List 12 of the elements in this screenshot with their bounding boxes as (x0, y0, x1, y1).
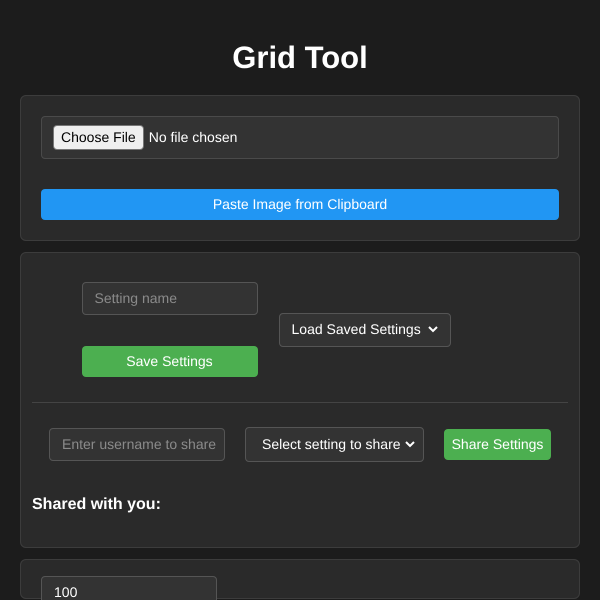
file-status: No file chosen (148, 128, 238, 147)
file-input[interactable]: Choose File No file chosen (41, 116, 559, 159)
username-field[interactable]: Enter username to share (49, 428, 225, 461)
share-setting-select[interactable]: Select setting to share (245, 427, 424, 462)
chevron-down-icon (428, 326, 438, 333)
shared-with-you-heading: Shared with you: (32, 495, 162, 515)
page-title: Grid Tool (231, 39, 369, 77)
load-settings-select[interactable]: Load Saved Settings (278, 312, 450, 346)
chevron-down-icon (404, 441, 415, 448)
setting-name-field[interactable]: Setting name (82, 282, 258, 315)
choose-file-button[interactable]: Choose File (53, 125, 144, 150)
grid-size-field[interactable]: 100 (41, 576, 217, 600)
